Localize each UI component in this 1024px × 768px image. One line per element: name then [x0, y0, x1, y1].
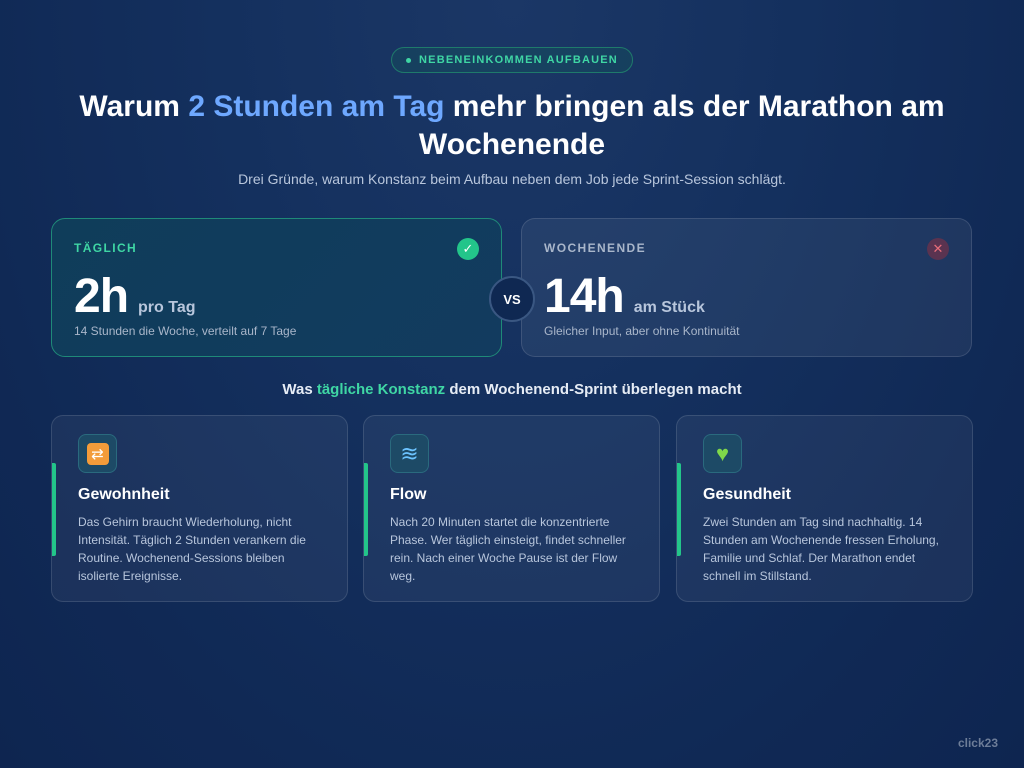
- weekend-value-row: 14h am Stück: [544, 269, 705, 324]
- daily-value: 2h: [74, 270, 129, 323]
- feature-title: Gewohnheit: [78, 486, 170, 503]
- weekend-unit: am Stück: [633, 299, 705, 316]
- wave-icon-glyph: ≋: [400, 440, 419, 466]
- title-part-2: mehr bringen als der Marathon am Wochene…: [418, 90, 945, 161]
- green-heart-icon: ♥: [703, 434, 742, 473]
- feature-card-flow: ≋ Flow Nach 20 Minuten startet die konze…: [363, 415, 660, 602]
- feature-accent-bar: [364, 463, 368, 556]
- feature-accent-bar: [677, 463, 681, 556]
- green-heart-icon-glyph: ♥: [715, 440, 730, 466]
- weekend-description: Gleicher Input, aber ohne Kontinuität: [544, 324, 740, 338]
- feature-title: Flow: [390, 486, 427, 503]
- section-part-1: Was: [282, 381, 317, 398]
- repeat-icon: ⇄: [78, 434, 117, 473]
- daily-unit: pro Tag: [138, 299, 196, 316]
- title-highlight: 2 Stunden am Tag: [188, 90, 445, 123]
- feature-card-health: ♥ Gesundheit Zwei Stunden am Tag sind na…: [676, 415, 973, 602]
- vs-badge: VS: [489, 276, 535, 322]
- feature-accent-bar: [52, 463, 56, 556]
- weekend-label: WOCHENENDE: [544, 241, 647, 255]
- feature-card-habit: ⇄ Gewohnheit Das Gehirn braucht Wiederho…: [51, 415, 348, 602]
- page-subtitle: Drei Gründe, warum Konstanz beim Aufbau …: [238, 171, 786, 187]
- title-part-1: Warum: [79, 90, 189, 123]
- repeat-icon-glyph: ⇄: [86, 442, 109, 465]
- daily-value-row: 2h pro Tag: [74, 269, 196, 324]
- brand-logo: click23: [957, 736, 998, 750]
- weekend-comparison-card: WOCHENENDE ✕ 14h am Stück Gleicher Input…: [521, 218, 972, 357]
- feature-title: Gesundheit: [703, 486, 792, 503]
- badge-label: NEBENEINKOMMEN AUFBAUEN: [419, 54, 618, 66]
- daily-comparison-card: TÄGLICH ✓ 2h pro Tag 14 Stunden die Woch…: [51, 218, 502, 357]
- feature-text: Nach 20 Minuten startet die konzentriert…: [390, 515, 626, 583]
- weekend-value: 14h: [544, 270, 625, 323]
- section-part-2: dem Wochenend-Sprint überlegen macht: [445, 381, 742, 398]
- category-badge: NEBENEINKOMMEN AUFBAUEN: [391, 47, 633, 73]
- section-title: Was tägliche Konstanz dem Wochenend-Spri…: [0, 381, 1024, 398]
- close-icon: ✕: [927, 238, 949, 260]
- page-title: Warum 2 Stunden am Tag mehr bringen als …: [0, 88, 1024, 164]
- daily-label: TÄGLICH: [74, 241, 138, 255]
- section-highlight: tägliche Konstanz: [316, 381, 446, 398]
- wave-icon: ≋: [390, 434, 429, 473]
- feature-text: Zwei Stunden am Tag sind nachhaltig. 14 …: [703, 515, 939, 583]
- badge-dot-icon: [406, 57, 412, 63]
- daily-description: 14 Stunden die Woche, verteilt auf 7 Tag…: [74, 324, 297, 338]
- check-icon: ✓: [457, 238, 479, 260]
- feature-text: Das Gehirn braucht Wiederholung, nicht I…: [78, 515, 306, 583]
